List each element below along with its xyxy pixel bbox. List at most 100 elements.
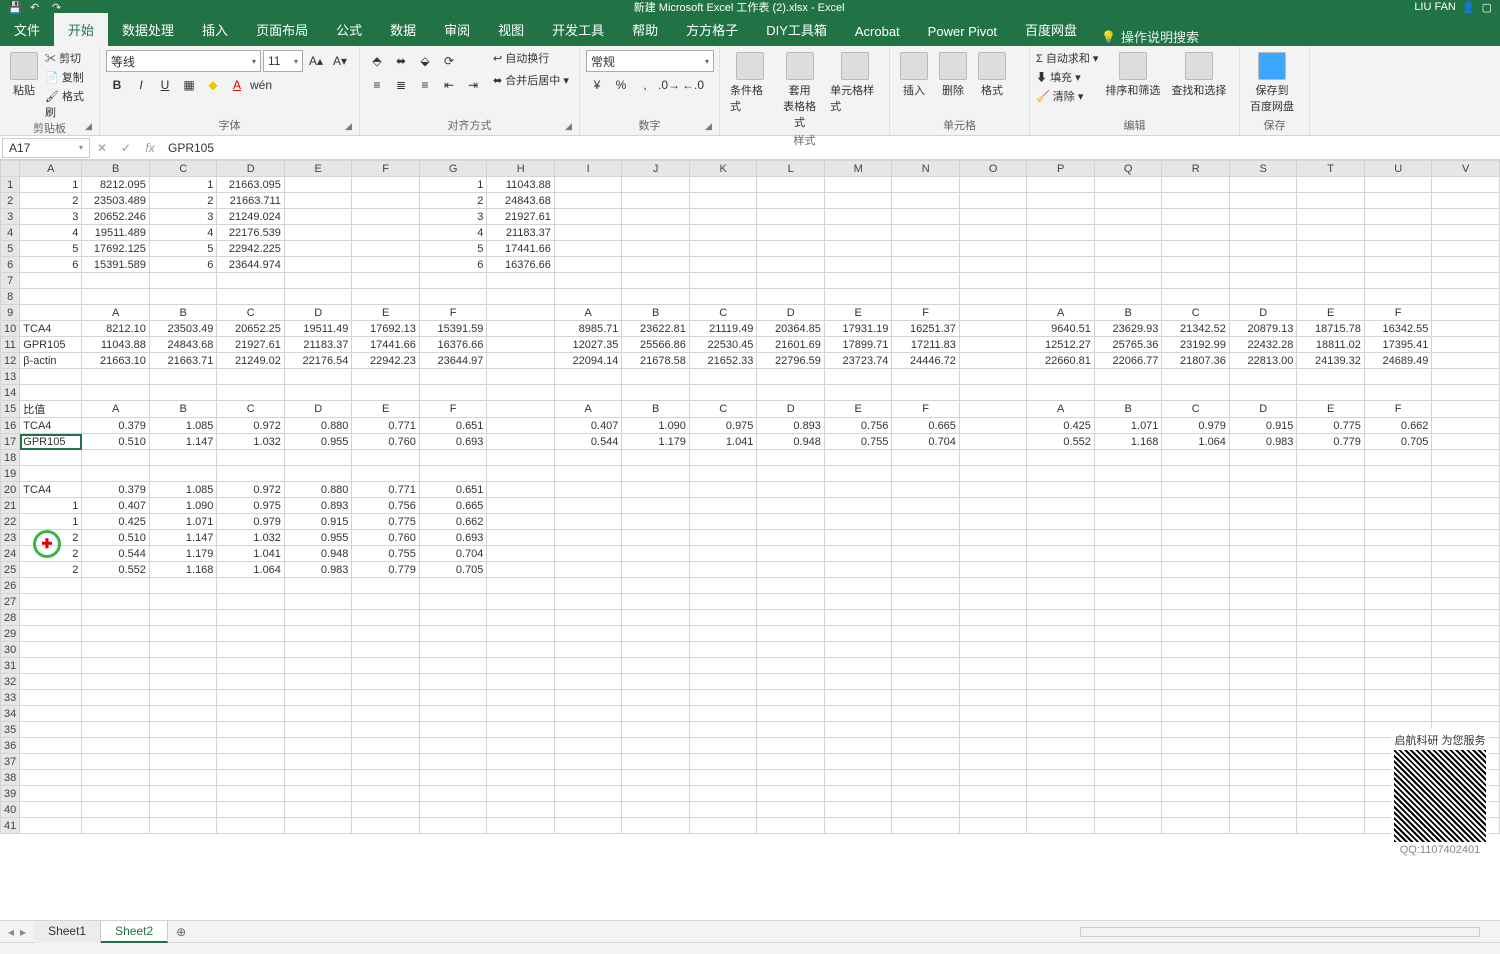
cell-D5[interactable]: 22942.225 [217,241,285,257]
cell-F29[interactable] [352,626,420,642]
col-header-S[interactable]: S [1229,161,1297,177]
cell-A33[interactable] [20,690,82,706]
cell-L35[interactable] [757,722,825,738]
cell-H1[interactable]: 11043.88 [487,177,555,193]
cell-N11[interactable]: 17211.83 [892,337,960,353]
cell-H5[interactable]: 17441.66 [487,241,555,257]
cell-D27[interactable] [217,594,285,610]
cell-N33[interactable] [892,690,960,706]
cell-P1[interactable] [1027,177,1095,193]
cell-U3[interactable] [1364,209,1432,225]
cell-U7[interactable] [1364,273,1432,289]
cell-B23[interactable]: 0.510 [82,530,150,546]
cell-K35[interactable] [689,722,757,738]
cell-U1[interactable] [1364,177,1432,193]
cell-P34[interactable] [1027,706,1095,722]
cell-G38[interactable] [419,770,487,786]
cell-L20[interactable] [757,482,825,498]
col-header-K[interactable]: K [689,161,757,177]
cell-J8[interactable] [622,289,690,305]
find-select-button[interactable]: 查找和选择 [1167,50,1230,100]
cell-P27[interactable] [1027,594,1095,610]
cell-E25[interactable]: 0.983 [284,562,352,578]
cell-C5[interactable]: 5 [149,241,217,257]
cell-T11[interactable]: 18811.02 [1297,337,1365,353]
cell-L24[interactable] [757,546,825,562]
cell-Q8[interactable] [1094,289,1162,305]
ribbon-tab-8[interactable]: 视图 [484,13,538,46]
cell-N26[interactable] [892,578,960,594]
cell-T31[interactable] [1297,658,1365,674]
cell-B40[interactable] [82,802,150,818]
cell-S14[interactable] [1229,385,1297,401]
cell-I14[interactable] [554,385,622,401]
cell-C17[interactable]: 1.147 [149,434,217,450]
cell-M23[interactable] [824,530,892,546]
cell-E3[interactable] [284,209,352,225]
sheet-next-icon[interactable]: ▸ [20,925,26,939]
cell-H41[interactable] [487,818,555,834]
cell-H24[interactable] [487,546,555,562]
cell-Q27[interactable] [1094,594,1162,610]
cell-D35[interactable] [217,722,285,738]
phonetic-button[interactable]: wén [250,74,272,96]
cell-C38[interactable] [149,770,217,786]
cell-Q31[interactable] [1094,658,1162,674]
cell-I13[interactable] [554,369,622,385]
cell-J16[interactable]: 1.090 [622,418,690,434]
cell-U8[interactable] [1364,289,1432,305]
cell-R3[interactable] [1162,209,1230,225]
cell-A19[interactable] [20,466,82,482]
cell-O6[interactable] [959,257,1027,273]
cell-L8[interactable] [757,289,825,305]
cell-L41[interactable] [757,818,825,834]
cell-N13[interactable] [892,369,960,385]
number-launcher-icon[interactable]: ◢ [705,121,717,133]
cell-V32[interactable] [1432,674,1500,690]
cell-S6[interactable] [1229,257,1297,273]
cell-L39[interactable] [757,786,825,802]
cell-M18[interactable] [824,450,892,466]
cell-F9[interactable]: E [352,305,420,321]
sheet-prev-icon[interactable]: ◂ [8,925,14,939]
cell-F12[interactable]: 22942.23 [352,353,420,369]
cell-O33[interactable] [959,690,1027,706]
cell-K37[interactable] [689,754,757,770]
cell-G25[interactable]: 0.705 [419,562,487,578]
cell-C40[interactable] [149,802,217,818]
cell-M28[interactable] [824,610,892,626]
cell-O10[interactable] [959,321,1027,337]
cell-E1[interactable] [284,177,352,193]
cell-C39[interactable] [149,786,217,802]
cell-G21[interactable]: 0.665 [419,498,487,514]
cell-S2[interactable] [1229,193,1297,209]
col-header-C[interactable]: C [149,161,217,177]
cell-A28[interactable] [20,610,82,626]
cell-A10[interactable]: TCA4 [20,321,82,337]
cell-G5[interactable]: 5 [419,241,487,257]
cell-R17[interactable]: 1.064 [1162,434,1230,450]
cell-C32[interactable] [149,674,217,690]
cell-B1[interactable]: 8212.095 [82,177,150,193]
cell-H18[interactable] [487,450,555,466]
cell-B36[interactable] [82,738,150,754]
cell-N19[interactable] [892,466,960,482]
cell-O19[interactable] [959,466,1027,482]
cell-K2[interactable] [689,193,757,209]
row-header-12[interactable]: 12 [1,353,20,369]
cell-V20[interactable] [1432,482,1500,498]
redo-icon[interactable]: ↷ [52,1,64,13]
cell-D22[interactable]: 0.979 [217,514,285,530]
cell-B28[interactable] [82,610,150,626]
cell-M14[interactable] [824,385,892,401]
cell-V31[interactable] [1432,658,1500,674]
cell-styles-button[interactable]: 单元格样式 [826,50,883,116]
cell-S8[interactable] [1229,289,1297,305]
cell-I25[interactable] [554,562,622,578]
cell-G36[interactable] [419,738,487,754]
cell-H29[interactable] [487,626,555,642]
cell-D37[interactable] [217,754,285,770]
cell-B2[interactable]: 23503.489 [82,193,150,209]
cell-P14[interactable] [1027,385,1095,401]
cell-G11[interactable]: 16376.66 [419,337,487,353]
